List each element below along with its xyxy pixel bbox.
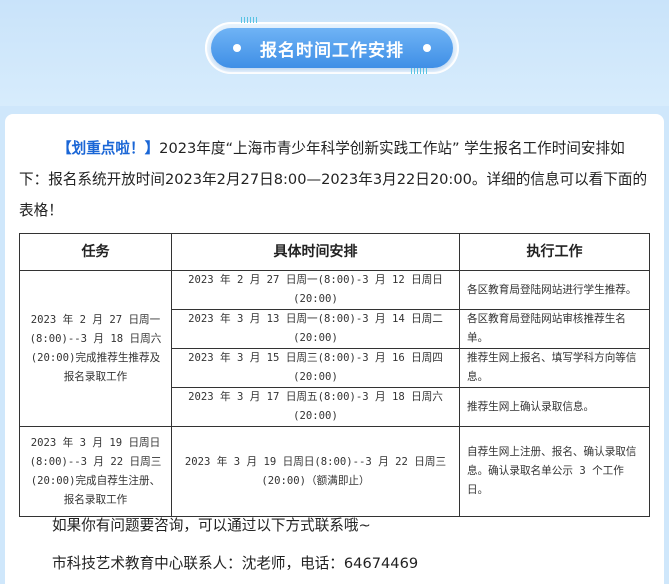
title-pill: 报名时间工作安排 xyxy=(211,28,453,68)
header-work: 执行工作 xyxy=(459,233,650,271)
decor-ticks-top xyxy=(241,17,257,23)
time-cell: 2023 年 2 月 27 日周一(8:00)-3 月 12 日周日(20:00… xyxy=(171,270,460,310)
time-cell: 2023 年 3 月 17 日周五(8:00)-3 月 18 日周六(20:00… xyxy=(171,387,460,427)
pill-dot-right-icon xyxy=(423,44,431,52)
table-row: 2023 年 3 月 19 日周日(8:00)--3 月 22 日周三(20:0… xyxy=(19,426,650,517)
decor-ticks-bottom xyxy=(411,68,427,74)
table-header-row: 任务 具体时间安排 执行工作 xyxy=(19,233,650,271)
work-cell: 各区教育局登陆网站审核推荐生名单。 xyxy=(459,309,650,349)
intro-highlight: 【划重点啦！】 xyxy=(57,140,160,157)
contact-info: 市科技艺术教育中心联系人：沈老师，电话：64674469 xyxy=(52,555,419,572)
schedule-table: 任务 具体时间安排 执行工作 2023 年 2 月 27 日周一(8:00)--… xyxy=(19,233,650,517)
header-task: 任务 xyxy=(19,233,172,271)
work-cell: 推荐生网上报名、填写学科方向等信息。 xyxy=(459,348,650,388)
table-row: 2023 年 2 月 27 日周一(8:00)--3 月 18 日周六(20:0… xyxy=(19,270,650,427)
work-cell: 自荐生网上注册、报名、确认录取信息。确认录取名单公示 3 个工作日。 xyxy=(459,426,650,517)
time-cell: 2023 年 3 月 19 日周日(8:00)--3 月 22 日周三(20:0… xyxy=(171,426,460,517)
time-cell: 2023 年 3 月 15 日周三(8:00)-3 月 16 日周四(20:00… xyxy=(171,348,460,388)
task-cell-self-nominated: 2023 年 3 月 19 日周日(8:00)--3 月 22 日周三(20:0… xyxy=(19,426,172,517)
pill-dot-left-icon xyxy=(233,44,241,52)
work-cell: 各区教育局登陆网站进行学生推荐。 xyxy=(459,270,650,310)
task-cell-recommended: 2023 年 2 月 27 日周一(8:00)--3 月 18 日周六(20:0… xyxy=(19,270,172,427)
intro-paragraph: 【划重点啦！】2023年度“上海市青少年科学创新实践工作站” 学生报名工作时间安… xyxy=(19,133,649,226)
header-time: 具体时间安排 xyxy=(171,233,460,271)
contact-prompt: 如果你有问题要咨询，可以通过以下方式联系哦~ xyxy=(52,517,371,534)
time-cell: 2023 年 3 月 13 日周一(8:00)-3 月 14 日周二(20:00… xyxy=(171,309,460,349)
work-cell: 推荐生网上确认录取信息。 xyxy=(459,387,650,427)
section-title: 报名时间工作安排 xyxy=(260,40,404,61)
